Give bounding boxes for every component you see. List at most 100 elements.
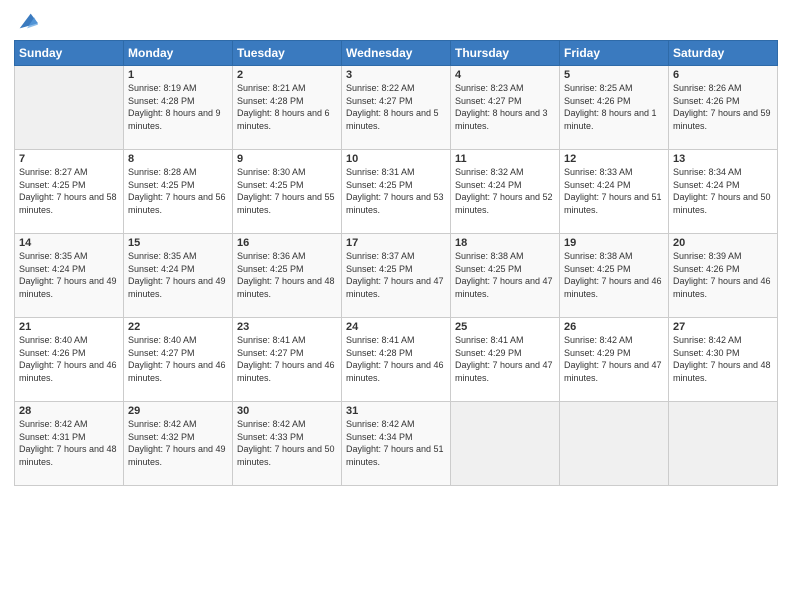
day-number: 28 [19, 405, 119, 417]
day-cell: 30Sunrise: 8:42 AMSunset: 4:33 PMDayligh… [233, 402, 342, 486]
day-info: Sunrise: 8:40 AMSunset: 4:26 PMDaylight:… [19, 334, 119, 384]
day-cell: 24Sunrise: 8:41 AMSunset: 4:28 PMDayligh… [342, 318, 451, 402]
day-cell: 15Sunrise: 8:35 AMSunset: 4:24 PMDayligh… [124, 234, 233, 318]
day-info: Sunrise: 8:19 AMSunset: 4:28 PMDaylight:… [128, 82, 228, 132]
day-header-friday: Friday [560, 41, 669, 66]
day-info: Sunrise: 8:26 AMSunset: 4:26 PMDaylight:… [673, 82, 773, 132]
week-row-0: 1Sunrise: 8:19 AMSunset: 4:28 PMDaylight… [15, 66, 778, 150]
day-cell: 1Sunrise: 8:19 AMSunset: 4:28 PMDaylight… [124, 66, 233, 150]
day-cell: 18Sunrise: 8:38 AMSunset: 4:25 PMDayligh… [451, 234, 560, 318]
day-cell [15, 66, 124, 150]
day-info: Sunrise: 8:38 AMSunset: 4:25 PMDaylight:… [455, 250, 555, 300]
calendar-table: SundayMondayTuesdayWednesdayThursdayFrid… [14, 40, 778, 486]
day-info: Sunrise: 8:37 AMSunset: 4:25 PMDaylight:… [346, 250, 446, 300]
day-header-wednesday: Wednesday [342, 41, 451, 66]
calendar-container: SundayMondayTuesdayWednesdayThursdayFrid… [0, 0, 792, 612]
day-cell [451, 402, 560, 486]
day-info: Sunrise: 8:41 AMSunset: 4:27 PMDaylight:… [237, 334, 337, 384]
day-number: 17 [346, 237, 446, 249]
day-number: 11 [455, 153, 555, 165]
day-info: Sunrise: 8:30 AMSunset: 4:25 PMDaylight:… [237, 166, 337, 216]
week-row-3: 21Sunrise: 8:40 AMSunset: 4:26 PMDayligh… [15, 318, 778, 402]
day-cell: 22Sunrise: 8:40 AMSunset: 4:27 PMDayligh… [124, 318, 233, 402]
day-number: 7 [19, 153, 119, 165]
day-cell: 13Sunrise: 8:34 AMSunset: 4:24 PMDayligh… [669, 150, 778, 234]
day-number: 16 [237, 237, 337, 249]
day-info: Sunrise: 8:21 AMSunset: 4:28 PMDaylight:… [237, 82, 337, 132]
day-number: 27 [673, 321, 773, 333]
day-info: Sunrise: 8:22 AMSunset: 4:27 PMDaylight:… [346, 82, 446, 132]
day-number: 3 [346, 69, 446, 81]
day-info: Sunrise: 8:28 AMSunset: 4:25 PMDaylight:… [128, 166, 228, 216]
header [14, 10, 778, 32]
day-number: 31 [346, 405, 446, 417]
day-number: 29 [128, 405, 228, 417]
day-cell: 21Sunrise: 8:40 AMSunset: 4:26 PMDayligh… [15, 318, 124, 402]
day-cell: 11Sunrise: 8:32 AMSunset: 4:24 PMDayligh… [451, 150, 560, 234]
day-cell [669, 402, 778, 486]
week-row-4: 28Sunrise: 8:42 AMSunset: 4:31 PMDayligh… [15, 402, 778, 486]
day-cell: 28Sunrise: 8:42 AMSunset: 4:31 PMDayligh… [15, 402, 124, 486]
day-number: 14 [19, 237, 119, 249]
day-info: Sunrise: 8:42 AMSunset: 4:34 PMDaylight:… [346, 418, 446, 468]
day-info: Sunrise: 8:35 AMSunset: 4:24 PMDaylight:… [128, 250, 228, 300]
day-info: Sunrise: 8:25 AMSunset: 4:26 PMDaylight:… [564, 82, 664, 132]
day-info: Sunrise: 8:36 AMSunset: 4:25 PMDaylight:… [237, 250, 337, 300]
day-number: 15 [128, 237, 228, 249]
day-info: Sunrise: 8:33 AMSunset: 4:24 PMDaylight:… [564, 166, 664, 216]
day-header-sunday: Sunday [15, 41, 124, 66]
day-number: 23 [237, 321, 337, 333]
day-cell: 16Sunrise: 8:36 AMSunset: 4:25 PMDayligh… [233, 234, 342, 318]
day-header-saturday: Saturday [669, 41, 778, 66]
day-info: Sunrise: 8:41 AMSunset: 4:29 PMDaylight:… [455, 334, 555, 384]
day-cell [560, 402, 669, 486]
day-cell: 29Sunrise: 8:42 AMSunset: 4:32 PMDayligh… [124, 402, 233, 486]
day-number: 18 [455, 237, 555, 249]
day-number: 22 [128, 321, 228, 333]
day-number: 4 [455, 69, 555, 81]
day-info: Sunrise: 8:40 AMSunset: 4:27 PMDaylight:… [128, 334, 228, 384]
day-cell: 5Sunrise: 8:25 AMSunset: 4:26 PMDaylight… [560, 66, 669, 150]
day-header-monday: Monday [124, 41, 233, 66]
day-number: 9 [237, 153, 337, 165]
day-info: Sunrise: 8:32 AMSunset: 4:24 PMDaylight:… [455, 166, 555, 216]
day-info: Sunrise: 8:42 AMSunset: 4:30 PMDaylight:… [673, 334, 773, 384]
day-cell: 27Sunrise: 8:42 AMSunset: 4:30 PMDayligh… [669, 318, 778, 402]
day-info: Sunrise: 8:42 AMSunset: 4:33 PMDaylight:… [237, 418, 337, 468]
day-info: Sunrise: 8:31 AMSunset: 4:25 PMDaylight:… [346, 166, 446, 216]
header-row: SundayMondayTuesdayWednesdayThursdayFrid… [15, 41, 778, 66]
day-info: Sunrise: 8:42 AMSunset: 4:31 PMDaylight:… [19, 418, 119, 468]
week-row-1: 7Sunrise: 8:27 AMSunset: 4:25 PMDaylight… [15, 150, 778, 234]
day-cell: 19Sunrise: 8:38 AMSunset: 4:25 PMDayligh… [560, 234, 669, 318]
logo-icon [16, 10, 38, 32]
day-cell: 17Sunrise: 8:37 AMSunset: 4:25 PMDayligh… [342, 234, 451, 318]
day-number: 20 [673, 237, 773, 249]
day-header-tuesday: Tuesday [233, 41, 342, 66]
day-cell: 26Sunrise: 8:42 AMSunset: 4:29 PMDayligh… [560, 318, 669, 402]
day-cell: 4Sunrise: 8:23 AMSunset: 4:27 PMDaylight… [451, 66, 560, 150]
day-cell: 7Sunrise: 8:27 AMSunset: 4:25 PMDaylight… [15, 150, 124, 234]
day-cell: 31Sunrise: 8:42 AMSunset: 4:34 PMDayligh… [342, 402, 451, 486]
day-info: Sunrise: 8:39 AMSunset: 4:26 PMDaylight:… [673, 250, 773, 300]
day-cell: 2Sunrise: 8:21 AMSunset: 4:28 PMDaylight… [233, 66, 342, 150]
day-cell: 9Sunrise: 8:30 AMSunset: 4:25 PMDaylight… [233, 150, 342, 234]
day-cell: 20Sunrise: 8:39 AMSunset: 4:26 PMDayligh… [669, 234, 778, 318]
day-number: 1 [128, 69, 228, 81]
day-number: 24 [346, 321, 446, 333]
day-number: 12 [564, 153, 664, 165]
day-info: Sunrise: 8:38 AMSunset: 4:25 PMDaylight:… [564, 250, 664, 300]
day-cell: 10Sunrise: 8:31 AMSunset: 4:25 PMDayligh… [342, 150, 451, 234]
day-number: 10 [346, 153, 446, 165]
day-number: 6 [673, 69, 773, 81]
logo [14, 10, 38, 32]
day-info: Sunrise: 8:41 AMSunset: 4:28 PMDaylight:… [346, 334, 446, 384]
day-cell: 6Sunrise: 8:26 AMSunset: 4:26 PMDaylight… [669, 66, 778, 150]
day-number: 2 [237, 69, 337, 81]
day-cell: 12Sunrise: 8:33 AMSunset: 4:24 PMDayligh… [560, 150, 669, 234]
day-number: 26 [564, 321, 664, 333]
day-header-thursday: Thursday [451, 41, 560, 66]
day-info: Sunrise: 8:23 AMSunset: 4:27 PMDaylight:… [455, 82, 555, 132]
day-number: 30 [237, 405, 337, 417]
day-number: 5 [564, 69, 664, 81]
day-info: Sunrise: 8:42 AMSunset: 4:29 PMDaylight:… [564, 334, 664, 384]
